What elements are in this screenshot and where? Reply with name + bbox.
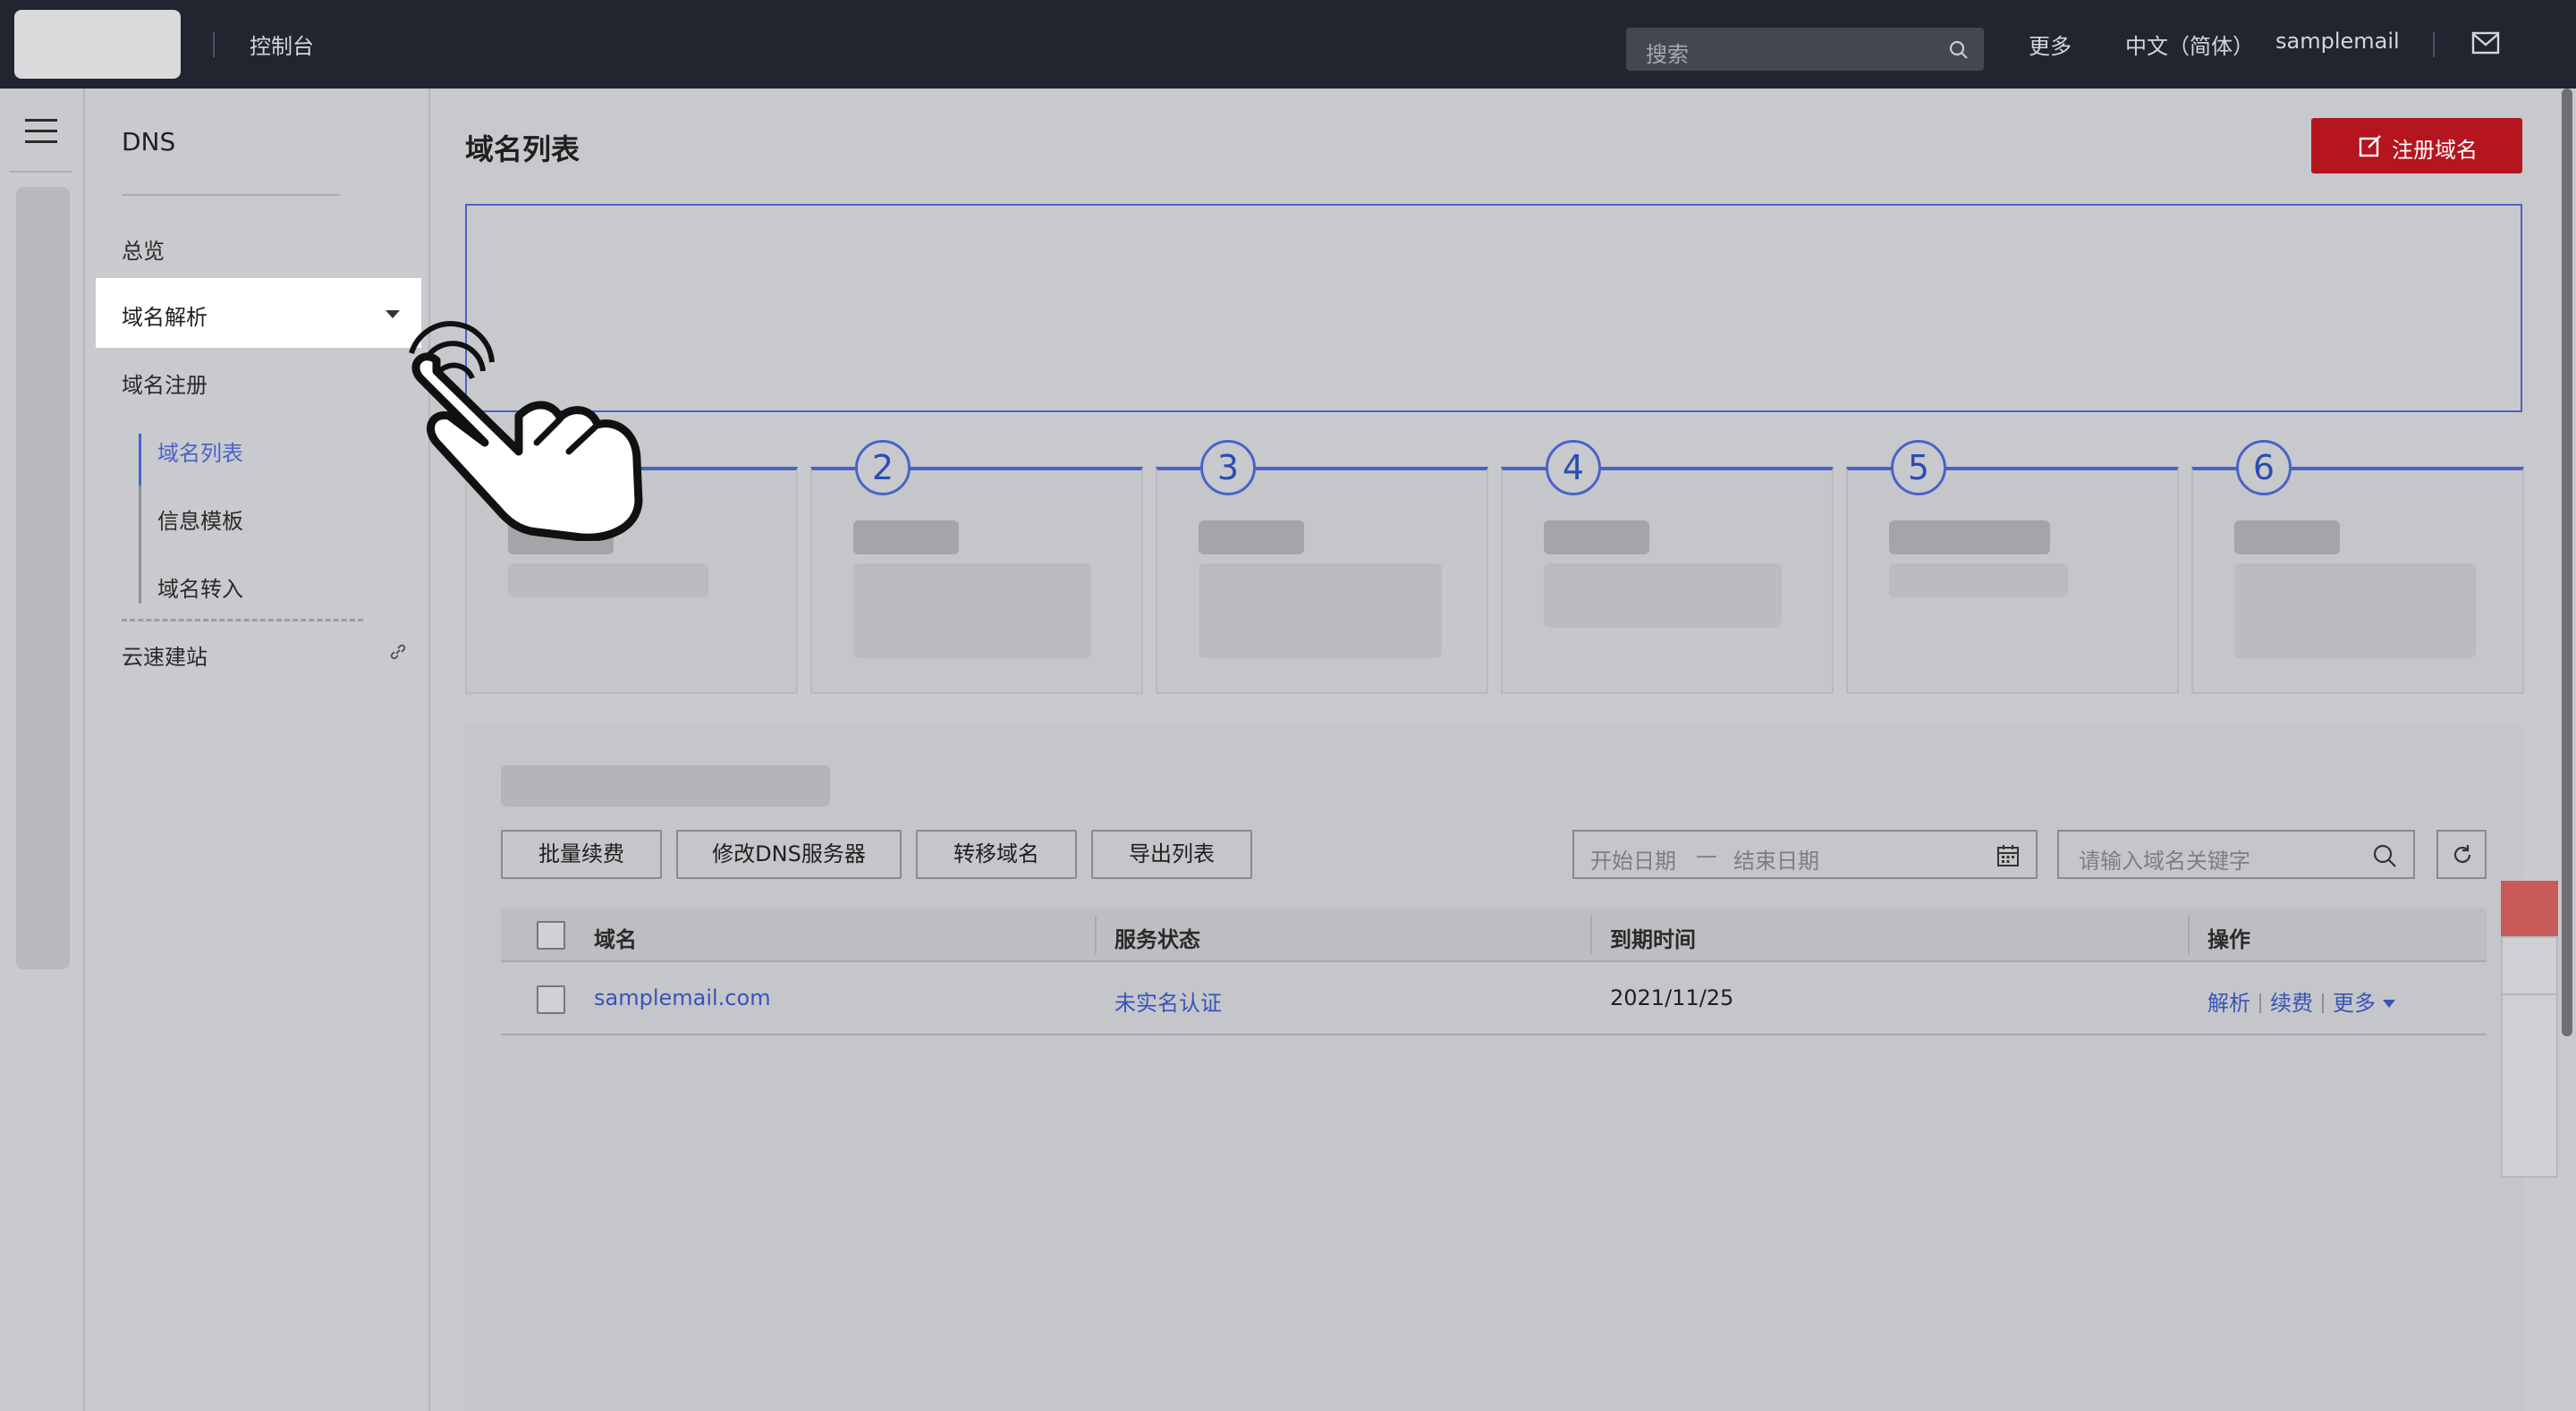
mail-icon[interactable] (2471, 31, 2500, 55)
service-status-link[interactable]: 未实名认证 (1114, 985, 1222, 1017)
sidebar-subitem-info-template[interactable]: 信息模板 (157, 503, 243, 535)
start-date-placeholder: 开始日期 (1590, 849, 1676, 874)
row-checkbox[interactable] (537, 985, 565, 1014)
console-link[interactable]: 控制台 (250, 29, 314, 60)
date-range-picker[interactable]: 开始日期 — 结束日期 (1572, 830, 2038, 879)
column-expiry-time[interactable]: 到期时间 (1610, 922, 1696, 953)
transfer-domain-button[interactable]: 转移域名 (916, 830, 1077, 879)
sidebar-item-dns-resolution[interactable]: 域名解析 (96, 278, 421, 348)
end-date-placeholder: 结束日期 (1733, 849, 1819, 874)
step-card-2: 2 (810, 440, 1143, 694)
step-number: 5 (1891, 440, 1946, 495)
modify-dns-button[interactable]: 修改DNS服务器 (676, 830, 902, 879)
select-all-checkbox[interactable] (537, 921, 565, 950)
top-navigation-bar: 控制台 搜索 更多 中文（简体） samplemail (0, 0, 2576, 89)
step-number: 2 (855, 440, 911, 495)
register-domain-button[interactable]: 注册域名 (2311, 118, 2522, 173)
step-card-6: 6 (2191, 440, 2524, 694)
highlighted-banner (465, 204, 2522, 412)
sidebar-item-site-builder[interactable]: 云速建站 (122, 639, 208, 671)
refresh-icon (2453, 845, 2471, 863)
sidebar-dashed-divider (122, 619, 363, 621)
rail-placeholder (16, 187, 70, 969)
search-placeholder: 搜索 (1646, 42, 1689, 67)
export-list-button[interactable]: 导出列表 (1091, 830, 1252, 879)
expiry-date: 2021/11/25 (1610, 985, 1734, 1010)
global-search-input[interactable]: 搜索 (1626, 28, 1984, 71)
column-actions: 操作 (2207, 927, 2250, 952)
left-rail (0, 89, 85, 1411)
page-title: 域名列表 (465, 132, 580, 166)
step-number: 6 (2236, 440, 2292, 495)
row-actions: 解析 续费 更多 (2207, 985, 2395, 1017)
domain-name-link[interactable]: samplemail.com (594, 985, 771, 1010)
rail-divider (9, 171, 72, 173)
floating-tool-panel[interactable] (2501, 936, 2558, 1178)
sidebar-title: DNS (122, 127, 176, 156)
brand-logo[interactable] (14, 10, 181, 79)
submenu-indicator (139, 434, 141, 604)
topbar-divider (213, 32, 215, 57)
domain-keyword-search-input[interactable]: 请输入域名关键字 (2057, 830, 2415, 879)
menu-icon[interactable] (25, 119, 57, 144)
table-header: 域名 服务状态 到期时间 操作 (501, 908, 2487, 962)
panel-title-placeholder (501, 765, 830, 807)
topbar-divider (2433, 32, 2435, 57)
scrollbar-thumb[interactable] (2562, 89, 2572, 1036)
more-menu[interactable]: 更多 (2029, 29, 2072, 60)
resolve-link[interactable]: 解析 (2207, 991, 2250, 1016)
calendar-icon[interactable] (1996, 844, 2020, 867)
sidebar-item-overview[interactable]: 总览 (122, 233, 165, 265)
search-icon[interactable] (2372, 843, 2397, 868)
register-domain-label: 注册域名 (2392, 138, 2478, 163)
floating-action-button[interactable] (2501, 881, 2558, 936)
domain-list-panel: 批量续费 修改DNS服务器 转移域名 导出列表 开始日期 — 结束日期 请输入域… (465, 722, 2522, 1411)
more-actions-link[interactable]: 更多 (2333, 991, 2376, 1016)
step-card-3: 3 (1156, 440, 1488, 694)
external-link-icon (390, 644, 406, 660)
dns-sidebar: DNS 总览 域名解析 域名注册 域名列表 信息模板 域名转入 云速建站 (85, 89, 430, 1411)
sidebar-subitem-domain-transfer-in[interactable]: 域名转入 (157, 571, 243, 603)
caret-down-icon (2383, 1000, 2395, 1008)
user-account[interactable]: samplemail (2275, 29, 2400, 54)
step-card-5: 5 (1846, 440, 2179, 694)
language-selector[interactable]: 中文（简体） (2125, 29, 2254, 60)
sidebar-item-domain-registration[interactable]: 域名注册 (122, 368, 208, 399)
refresh-button[interactable] (2436, 830, 2487, 879)
step-number: 3 (1200, 440, 1256, 495)
sidebar-divider (122, 194, 340, 196)
step-card-4: 4 (1501, 440, 1834, 694)
column-domain[interactable]: 域名 (594, 922, 637, 953)
hand-pointer-icon (409, 321, 643, 541)
search-icon[interactable] (1948, 39, 1970, 61)
sidebar-subitem-domain-list[interactable]: 域名列表 (157, 435, 243, 467)
date-separator: — (1696, 843, 1717, 868)
step-number: 4 (1546, 440, 1601, 495)
renew-link[interactable]: 续费 (2270, 991, 2313, 1016)
table-row: samplemail.com 未实名认证 2021/11/25 解析 续费 更多 (501, 962, 2487, 1035)
column-service-status[interactable]: 服务状态 (1114, 922, 1200, 953)
edit-icon (2359, 135, 2381, 157)
batch-renew-button[interactable]: 批量续费 (501, 830, 662, 879)
sidebar-item-label: 域名解析 (122, 305, 208, 330)
keyword-placeholder: 请输入域名关键字 (2079, 849, 2250, 874)
